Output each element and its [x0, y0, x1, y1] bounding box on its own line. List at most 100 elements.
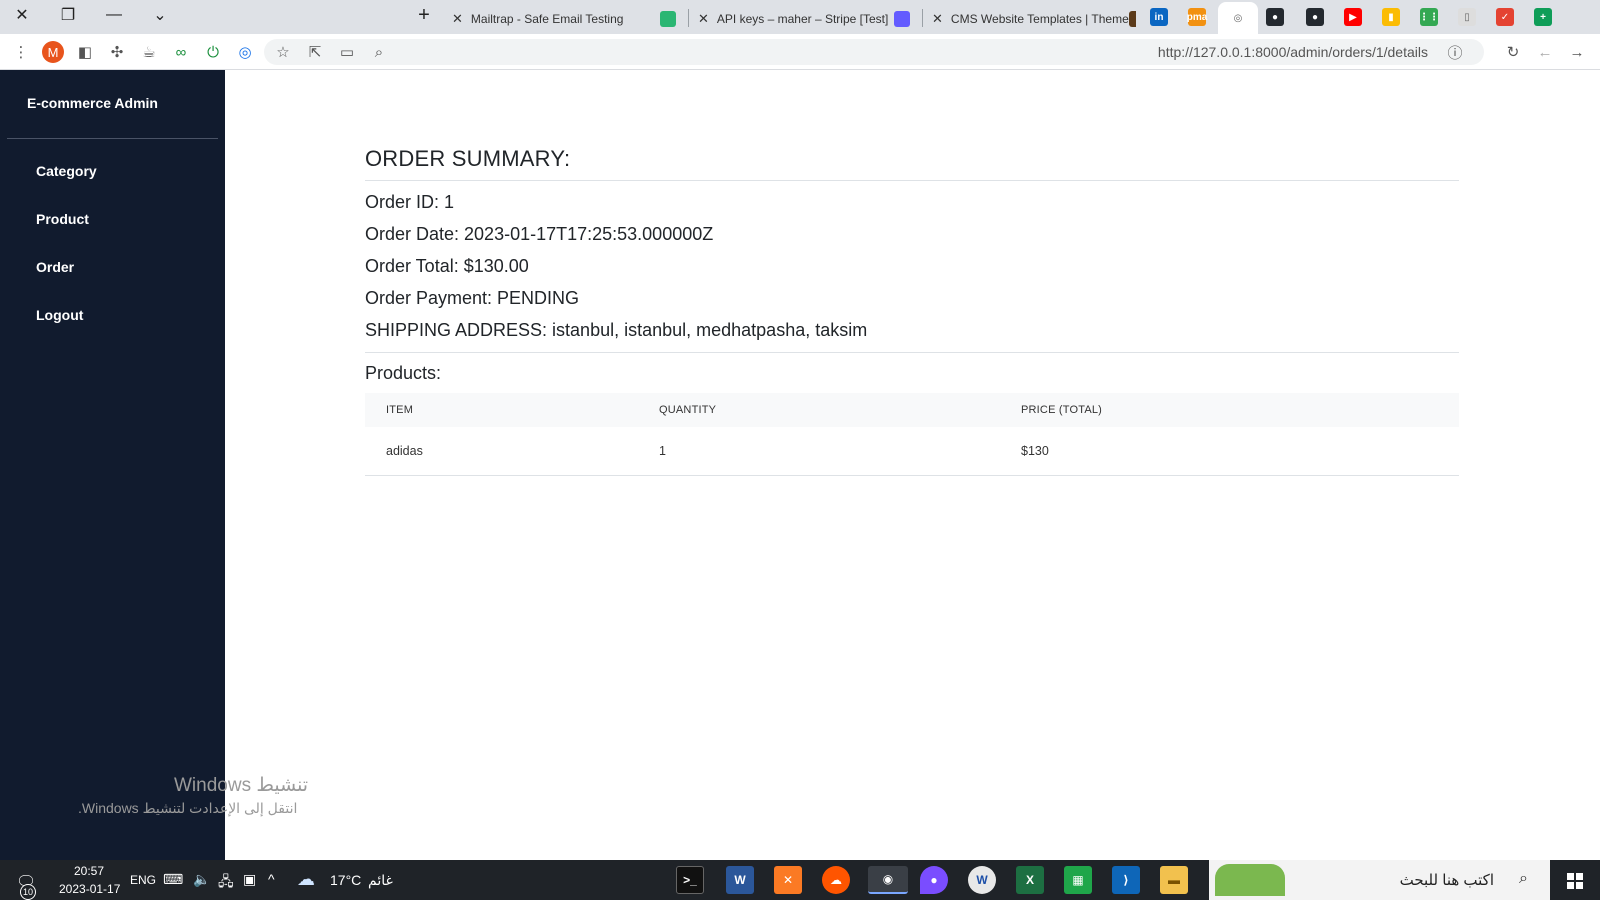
pinned-tab-apps-icon[interactable]: ⋮⋮ [1419, 8, 1439, 26]
taskbar-search-input[interactable]: اكتب هنا للبحث ⌕ [1209, 860, 1550, 900]
site-info-icon[interactable]: ⓘ [1444, 41, 1466, 63]
pinned-tab-github-icon[interactable]: ● [1306, 8, 1324, 26]
divider [365, 352, 1459, 353]
address-bar[interactable]: ☆ ⇱ ▭ ⌕ http://127.0.0.1:8000/admin/orde… [264, 39, 1484, 65]
wampp-app-icon[interactable]: W [968, 866, 996, 894]
products-heading: Products: [365, 363, 442, 383]
weather-temperature[interactable]: 17°C [330, 872, 361, 888]
minimize-window-icon[interactable]: — [92, 0, 136, 30]
table-row: adidas 1 $130 [365, 427, 1459, 476]
sidebar-divider [7, 138, 218, 139]
restore-window-icon[interactable]: ❐ [46, 0, 90, 30]
cell-quantity: 1 [659, 427, 1021, 476]
extensions-puzzle-icon[interactable]: ✣ [106, 41, 128, 63]
tab-title: API keys – maher – Stripe [Test] [716, 12, 889, 26]
tab-cms-templates[interactable]: ✕ CMS Website Templates | Theme [924, 4, 1136, 34]
cloud-weather-icon[interactable]: ☁ [297, 869, 315, 890]
close-tab-icon[interactable]: ✕ [932, 11, 943, 27]
word-app-icon[interactable]: W [726, 866, 754, 894]
file-explorer-icon[interactable]: ▬ [1160, 866, 1188, 894]
tab-stripe[interactable]: ✕ API keys – maher – Stripe [Test] [690, 4, 918, 34]
forward-arrow-icon[interactable]: → [1566, 41, 1588, 63]
admin-sidebar: E-commerce Admin Category Product Order … [0, 70, 225, 860]
main-content: ORDER SUMMARY: Order ID: 1 Order Date: 2… [225, 70, 1600, 860]
tab-title: CMS Website Templates | Theme [950, 12, 1129, 26]
input-language[interactable]: ENG [130, 873, 156, 887]
reload-icon[interactable]: ↻ [1502, 41, 1524, 63]
vscode-app-icon[interactable]: ⟩ [1112, 866, 1140, 894]
tab-divider [688, 9, 689, 27]
sidebar-item-product[interactable]: Product [36, 211, 89, 227]
volume-icon[interactable]: 🔈 [193, 871, 210, 888]
close-tab-icon[interactable]: ✕ [698, 11, 709, 27]
order-id: Order ID: 1 [365, 192, 455, 212]
tab-title: Mailtrap - Safe Email Testing [470, 12, 624, 26]
install-app-icon[interactable]: ▭ [336, 41, 358, 63]
zoom-search-icon[interactable]: ⌕ [368, 41, 390, 63]
browser-toolbar: ⋮ M ◧ ✣ ☕ ∞ ⏻ ◎ ☆ ⇱ ▭ ⌕ http://127.0.0.1… [0, 34, 1600, 70]
pinned-tab-document-icon[interactable]: ▯ [1458, 8, 1476, 26]
green-app-icon[interactable]: ▦ [1064, 866, 1092, 894]
tab-divider [922, 9, 923, 27]
column-header-quantity: QUANTITY [659, 404, 717, 416]
pinned-tab-linkedin-icon[interactable]: in [1150, 8, 1168, 26]
search-highlight-tree-icon [1215, 864, 1285, 896]
pinned-tab-chrome-icon[interactable]: ◎ [1218, 2, 1258, 34]
pinned-tab-youtube-icon[interactable]: ▶ [1344, 8, 1362, 26]
table-header-row: ITEM QUANTITY PRICE (TOTAL) [365, 393, 1459, 427]
clock-date[interactable]: 2023-01-17 [59, 882, 120, 896]
pinned-tab-phpmyadmin-icon[interactable]: pma [1187, 8, 1207, 26]
theme-favicon-icon [1128, 11, 1136, 27]
network-icon[interactable]: 🖧 [218, 871, 234, 895]
clock-time[interactable]: 20:57 [74, 864, 104, 878]
tab-search-chevron-down-icon[interactable]: ⌄ [138, 0, 182, 30]
excel-app-icon[interactable]: X [1016, 866, 1044, 894]
new-tab-plus-icon[interactable]: + [402, 0, 446, 30]
page-title: ORDER SUMMARY: [365, 146, 571, 171]
sidebar-item-order[interactable]: Order [36, 259, 74, 275]
paint-app-icon[interactable]: ● [920, 866, 948, 894]
pinned-tab-todo-icon[interactable]: ✓ [1496, 8, 1514, 26]
windows-activation-title: تنشيط Windows [174, 775, 309, 796]
notification-count-badge: 10 [20, 884, 36, 900]
soundcloud-app-icon[interactable]: ☁ [822, 866, 850, 894]
close-window-icon[interactable]: ✕ [0, 0, 44, 30]
sidebar-item-category[interactable]: Category [36, 163, 97, 179]
extension-power-icon[interactable]: ⏻ [202, 41, 224, 63]
pinned-tab-sheets-icon[interactable]: + [1534, 8, 1552, 26]
windows-taskbar: 🗨 10 20:57 2023-01-17 ENG ⌨ 🔈 🖧 ▣ ^ ☁ 17… [0, 860, 1600, 900]
windows-start-icon[interactable] [1567, 873, 1583, 889]
share-icon[interactable]: ⇱ [304, 41, 326, 63]
meet-now-icon[interactable]: ▣ [243, 871, 256, 888]
terminal-app-icon[interactable]: >_ [676, 866, 704, 894]
mailtrap-favicon-icon [660, 11, 676, 27]
pinned-tab-github-icon[interactable]: ● [1266, 8, 1284, 26]
weather-condition[interactable]: غائم [368, 872, 393, 889]
bookmark-star-icon[interactable]: ☆ [272, 41, 294, 63]
shipping-address: SHIPPING ADDRESS: istanbul, istanbul, me… [365, 320, 868, 340]
close-tab-icon[interactable]: ✕ [452, 11, 463, 27]
column-header-price: PRICE (TOTAL) [1021, 404, 1103, 416]
extension-binoculars-icon[interactable]: ∞ [170, 41, 192, 63]
xampp-app-icon[interactable]: ✕ [774, 866, 802, 894]
order-total: Order Total: $130.00 [365, 256, 529, 276]
brand-title[interactable]: E-commerce Admin [27, 95, 158, 111]
profile-avatar[interactable]: M [42, 41, 64, 63]
sidebar-item-logout[interactable]: Logout [36, 307, 83, 323]
stripe-favicon-icon [894, 11, 910, 27]
kebab-menu-icon[interactable]: ⋮ [10, 41, 32, 63]
chevron-up-icon[interactable]: ^ [268, 871, 275, 887]
extension-icon[interactable]: ☕ [138, 41, 160, 63]
side-panel-icon[interactable]: ◧ [74, 41, 96, 63]
pinned-tab-keep-icon[interactable]: ▮ [1382, 8, 1400, 26]
products-table: ITEM QUANTITY PRICE (TOTAL) adidas 1 $13… [365, 393, 1459, 476]
keyboard-icon[interactable]: ⌨ [163, 871, 183, 888]
tab-mailtrap[interactable]: ✕ Mailtrap - Safe Email Testing [444, 4, 684, 34]
extension-circle-icon[interactable]: ◎ [234, 41, 256, 63]
back-arrow-icon[interactable]: ← [1534, 41, 1556, 63]
url-text: http://127.0.0.1:8000/admin/orders/1/det… [1157, 44, 1428, 60]
order-date: Order Date: 2023-01-17T17:25:53.000000Z [365, 224, 714, 244]
browser-tab-strip: ✕ ❐ — ⌄ + ✕ Mailtrap - Safe Email Testin… [0, 0, 1600, 34]
chrome-app-icon[interactable]: ◉ [868, 866, 908, 894]
search-icon: ⌕ [1519, 870, 1528, 887]
